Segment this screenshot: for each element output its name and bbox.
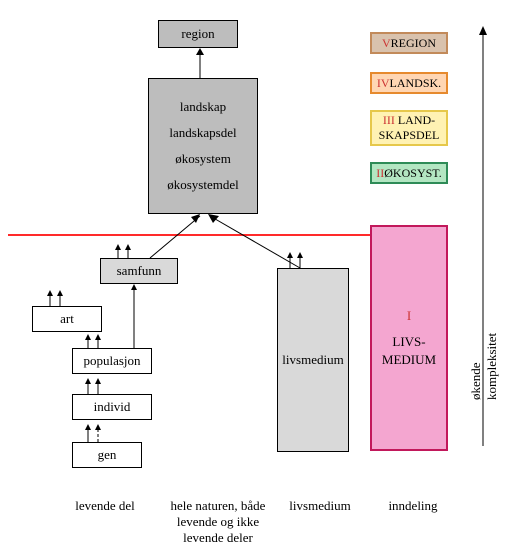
bottom-hele-l1: hele naturen, både <box>158 498 278 514</box>
connector-arrows <box>0 0 519 554</box>
bottom-inndeling: inndeling <box>378 498 448 514</box>
diagram-canvas: region landskap landskapsdel økosystem ø… <box>0 0 519 554</box>
bottom-hele: hele naturen, både levende og ikke leven… <box>158 498 278 546</box>
bottom-levende: levende del <box>60 498 150 514</box>
bottom-livsmedium: livsmedium <box>280 498 360 514</box>
bottom-hele-l2: levende og ikke <box>158 514 278 530</box>
bottom-hele-l3: levende deler <box>158 530 278 546</box>
